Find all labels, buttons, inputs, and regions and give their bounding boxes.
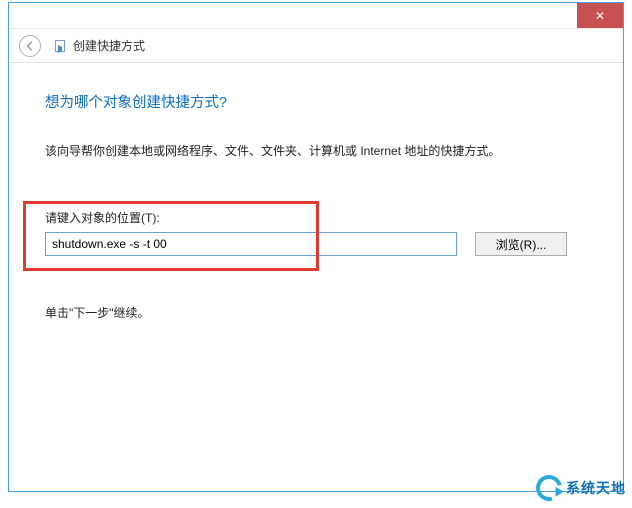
- back-arrow-icon: [25, 41, 35, 51]
- close-button[interactable]: ✕: [577, 3, 623, 28]
- wizard-window: ✕ 创建快捷方式 想为哪个对象创建快捷方式? 该向导帮你创建本地或网络程序、文件…: [8, 2, 624, 492]
- location-row: 浏览(R)...: [45, 232, 587, 256]
- page-description: 该向导帮你创建本地或网络程序、文件、文件夹、计算机或 Internet 地址的快…: [45, 142, 587, 161]
- titlebar: ✕: [9, 3, 623, 29]
- wizard-title: 创建快捷方式: [73, 37, 145, 54]
- watermark: 系统天地: [536, 475, 626, 501]
- location-field-area: 请键入对象的位置(T): 浏览(R)...: [45, 201, 587, 268]
- header-bar: 创建快捷方式: [9, 29, 623, 63]
- location-label: 请键入对象的位置(T):: [45, 209, 587, 226]
- watermark-logo-icon: [531, 470, 567, 506]
- watermark-text: 系统天地: [566, 478, 626, 498]
- location-input[interactable]: [45, 232, 457, 256]
- continue-hint: 单击"下一步"继续。: [45, 304, 587, 321]
- shortcut-wizard-icon: [53, 39, 67, 53]
- close-icon: ✕: [595, 9, 605, 23]
- back-button[interactable]: [19, 35, 41, 57]
- content-area: 想为哪个对象创建快捷方式? 该向导帮你创建本地或网络程序、文件、文件夹、计算机或…: [9, 63, 623, 341]
- browse-button[interactable]: 浏览(R)...: [475, 232, 567, 256]
- page-heading: 想为哪个对象创建快捷方式?: [45, 91, 587, 112]
